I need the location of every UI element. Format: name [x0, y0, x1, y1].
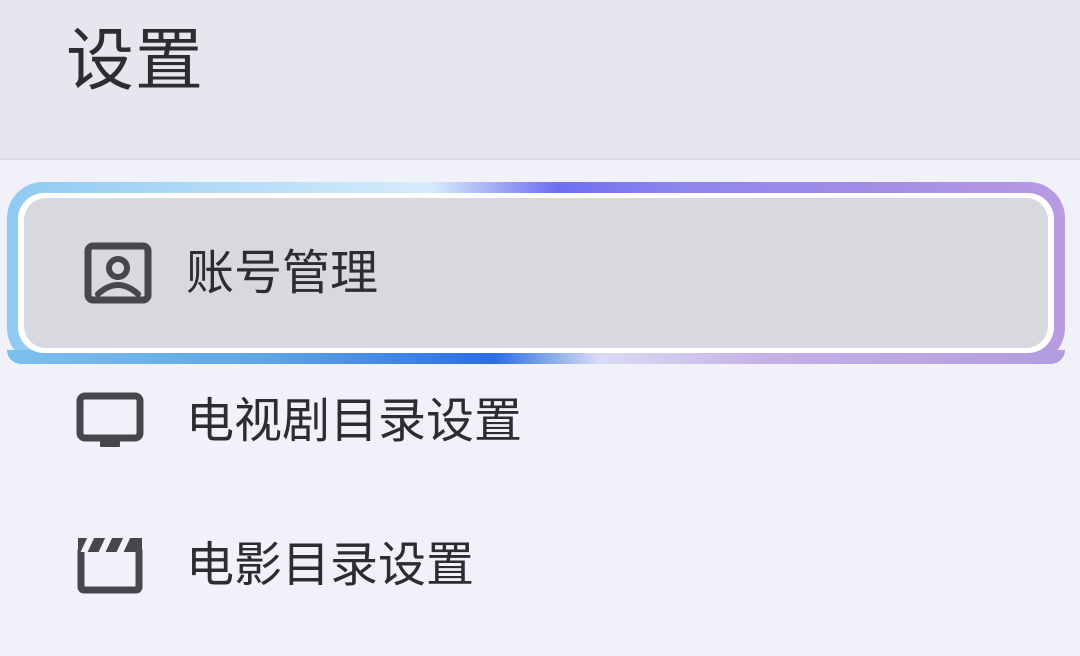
menu-item-label: 电影目录设置: [186, 537, 475, 593]
page-title: 设置: [66, 22, 205, 101]
account-portrait-icon: [84, 242, 152, 304]
header-bar: 设置: [0, 0, 1080, 160]
menu-item-movie-directory-settings[interactable]: 电影目录设置: [18, 490, 1054, 640]
menu-item-label: 账号管理: [186, 245, 379, 301]
menu-item-tv-directory-settings[interactable]: 电视剧目录设置: [18, 346, 1054, 496]
menu-item-account-management[interactable]: 账号管理: [24, 198, 1048, 348]
clapperboard-icon: [77, 538, 143, 594]
menu-item-label: 电视剧目录设置: [186, 393, 523, 449]
tv-icon: [76, 392, 144, 447]
